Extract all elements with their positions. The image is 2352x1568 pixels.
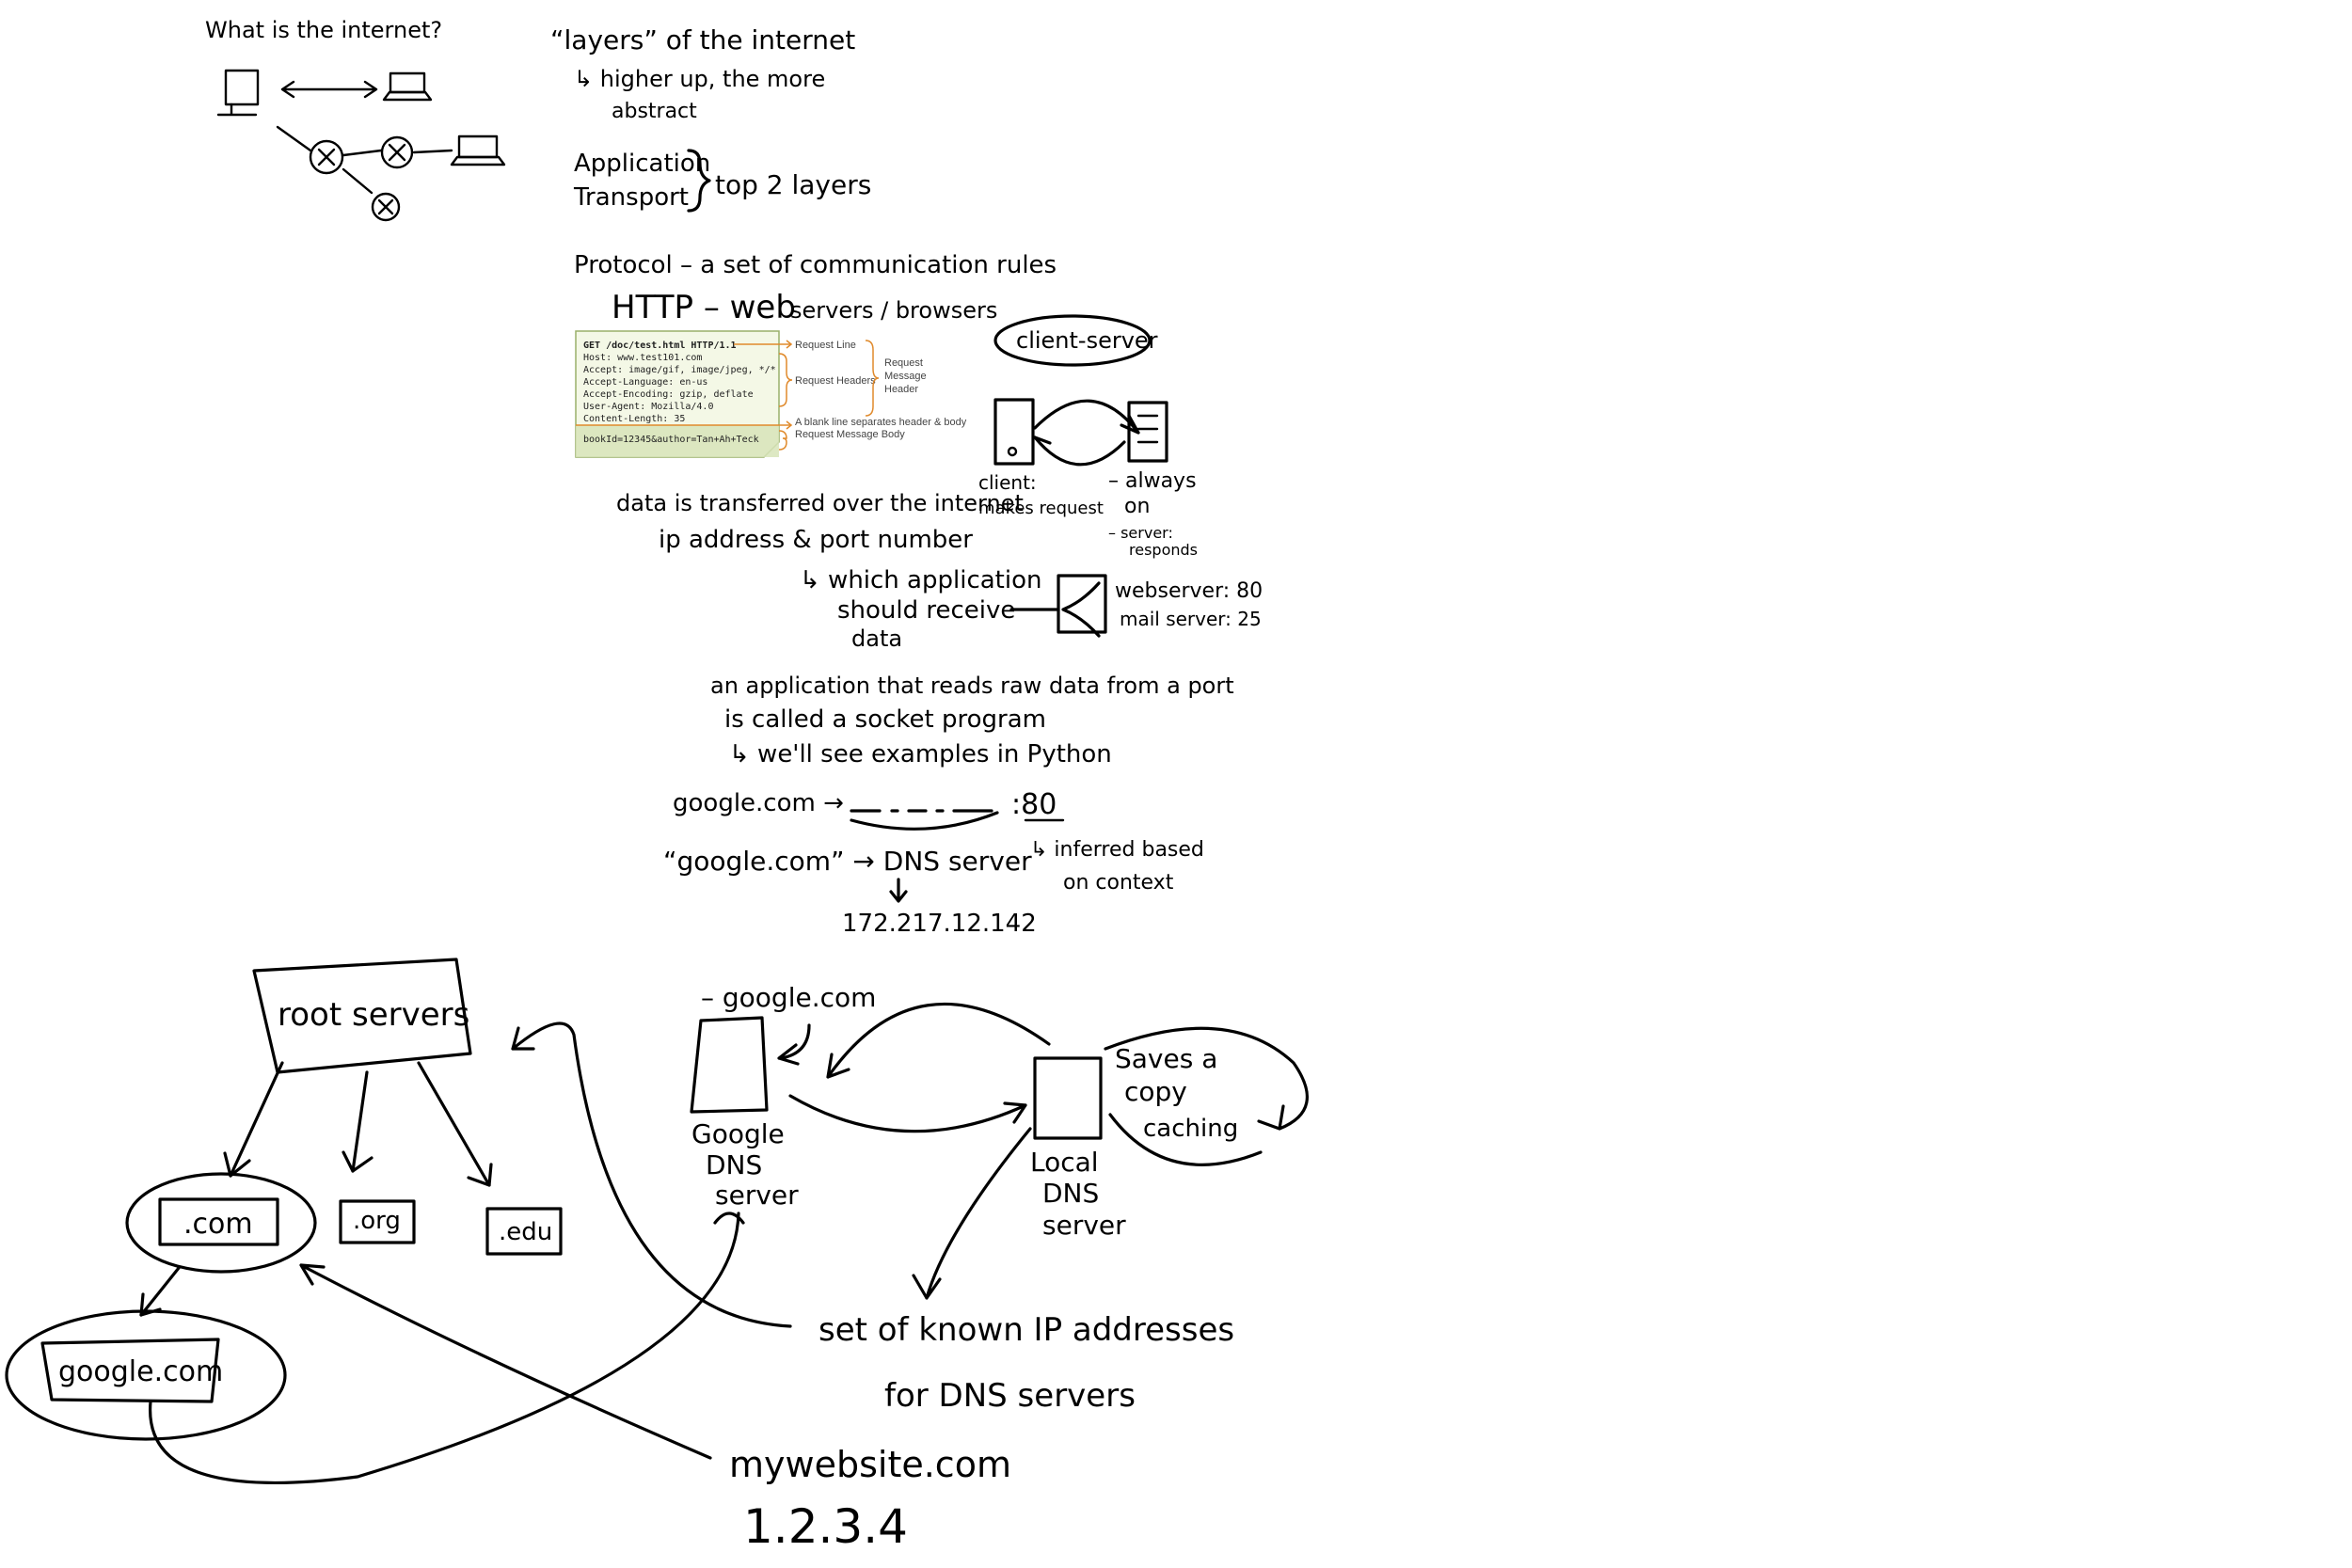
inferred-label: ↳ inferred based — [1030, 838, 1204, 862]
local-dns-label: Local — [1030, 1147, 1099, 1178]
local-dns-label: DNS — [1042, 1178, 1099, 1209]
always-on-label: on — [1124, 495, 1150, 518]
http-request-figure: GET /doc/test.html HTTP/1.1 Host: www.te… — [575, 330, 967, 458]
arrow — [149, 1212, 745, 1485]
server-label: – server: — [1108, 524, 1173, 542]
label-request-headers: Request Headers — [795, 375, 876, 387]
client-computer-icon — [993, 398, 1035, 466]
known-ips-label: for DNS servers — [884, 1377, 1136, 1415]
socket-notes: an application that reads raw data from … — [710, 673, 1234, 768]
google-dot-com: – google.com — [701, 982, 876, 1013]
layers-sub1: ↳ higher up, the more — [574, 66, 825, 92]
arrow — [788, 1094, 1027, 1133]
dns-tree: root servers .com .org .edu google.com — [5, 958, 563, 1441]
layer-application: Application — [574, 150, 710, 178]
request-header-line: Accept-Encoding: gzip, deflate — [583, 389, 754, 400]
layers-heading: “layers” of the internet — [550, 24, 855, 55]
arrow — [299, 1263, 712, 1460]
client-server-bubble: client-server — [1016, 327, 1158, 354]
resolved-ip: 172.217.12.142 — [842, 910, 1037, 938]
layers-sub2: abstract — [612, 100, 697, 123]
label-message-body: Request Message Body — [795, 429, 905, 440]
request-header-line: User-Agent: Mozilla/4.0 — [583, 402, 713, 412]
org-label: .org — [353, 1207, 401, 1235]
mywebsite-label: mywebsite.com — [729, 1444, 1011, 1485]
label-message-header: Header — [884, 384, 918, 395]
mailserver-port: mail server: 25 — [1120, 608, 1262, 630]
should-receive: should receive — [837, 596, 1015, 625]
servers-browsers: servers / browsers — [790, 297, 997, 324]
laptop-icon — [450, 135, 506, 166]
local-dns-label: server — [1042, 1210, 1126, 1241]
socket-line3: ↳ we'll see examples in Python — [729, 740, 1112, 768]
data-transfer-notes: data is transferred over the internet ip… — [616, 490, 1263, 652]
protocol-notes: Protocol – a set of communication rules … — [574, 251, 1057, 326]
dns-server-line: “google.com” → DNS server — [663, 846, 1032, 877]
data-word: data — [851, 626, 902, 652]
port-80: :80 — [1011, 788, 1057, 821]
protocol-definition: Protocol – a set of communication rules — [574, 251, 1057, 279]
dns-notes: google.com → :80 ↳ inferred based on con… — [663, 788, 1204, 938]
google-dns-server-icon — [690, 1016, 769, 1114]
always-label: – always — [1108, 469, 1197, 493]
known-ips-label: set of known IP addresses — [818, 1311, 1234, 1349]
label-message-header: Message — [884, 371, 927, 382]
data-line2: ip address & port number — [659, 526, 973, 554]
double-arrow — [280, 80, 378, 99]
google-arrow: google.com → — [673, 789, 844, 817]
local-dns-server-icon — [1033, 1056, 1103, 1140]
layers-notes: “layers” of the internet ↳ higher up, th… — [550, 24, 871, 213]
request-header-line: Content-Length: 35 — [583, 414, 685, 424]
arrow — [912, 1127, 1032, 1300]
request-body: bookId=12345&author=Tan+Ah+Teck — [583, 435, 759, 445]
caching-label: caching — [1143, 1115, 1238, 1143]
request-line: GET /doc/test.html HTTP/1.1 — [583, 341, 737, 351]
laptop-icon — [382, 71, 433, 102]
socket-line2: is called a socket program — [724, 705, 1046, 734]
webserver-port: webserver: 80 — [1115, 579, 1263, 603]
socket-line1: an application that reads raw data from … — [710, 673, 1234, 699]
internet-title: What is the internet? — [205, 17, 442, 43]
arrow — [826, 1002, 1051, 1079]
fork-lines — [1061, 581, 1101, 638]
google-label: google.com — [58, 1355, 223, 1388]
arrow — [1033, 436, 1126, 467]
edu-label: .edu — [499, 1218, 552, 1246]
google-dns-label: DNS — [706, 1149, 762, 1180]
which-application: ↳ which application — [800, 566, 1041, 594]
layer-transport: Transport — [573, 183, 689, 212]
label-message-header: Request — [884, 357, 923, 369]
request-header-line: Accept-Language: en-us — [583, 377, 707, 388]
top-two-layers: top 2 layers — [715, 169, 871, 200]
root-servers-label: root servers — [278, 996, 469, 1034]
label-request-line: Request Line — [795, 340, 856, 351]
copy-label: copy — [1124, 1076, 1187, 1107]
whiteboard-canvas: What is the internet? “layers” of the in… — [5, 17, 1309, 1554]
label-blank-line: A blank line separates header & body — [795, 417, 967, 428]
internet-sketch: What is the internet? — [205, 17, 506, 222]
google-dns-label: server — [715, 1180, 799, 1211]
google-dns-label: Google — [691, 1118, 785, 1149]
underbrace — [850, 811, 999, 831]
data-line1: data is transferred over the internet — [616, 490, 1024, 516]
http-label: HTTP – web — [612, 289, 796, 326]
request-header-line: Accept: image/gif, image/jpeg, */* — [583, 365, 776, 375]
saves-label: Saves a — [1115, 1043, 1217, 1074]
com-label: .com — [183, 1208, 253, 1241]
request-header-line: Host: www.test101.com — [583, 353, 702, 363]
server-responds: responds — [1129, 541, 1198, 559]
down-arrow — [889, 878, 908, 903]
client-server-sketch: client-server client: makes request – al… — [978, 314, 1198, 559]
computer-icon — [216, 69, 260, 117]
arrow — [1033, 399, 1140, 435]
mywebsite-ip: 1.2.3.4 — [743, 1499, 908, 1554]
context-label: on context — [1063, 871, 1174, 895]
arrow — [777, 1023, 811, 1066]
